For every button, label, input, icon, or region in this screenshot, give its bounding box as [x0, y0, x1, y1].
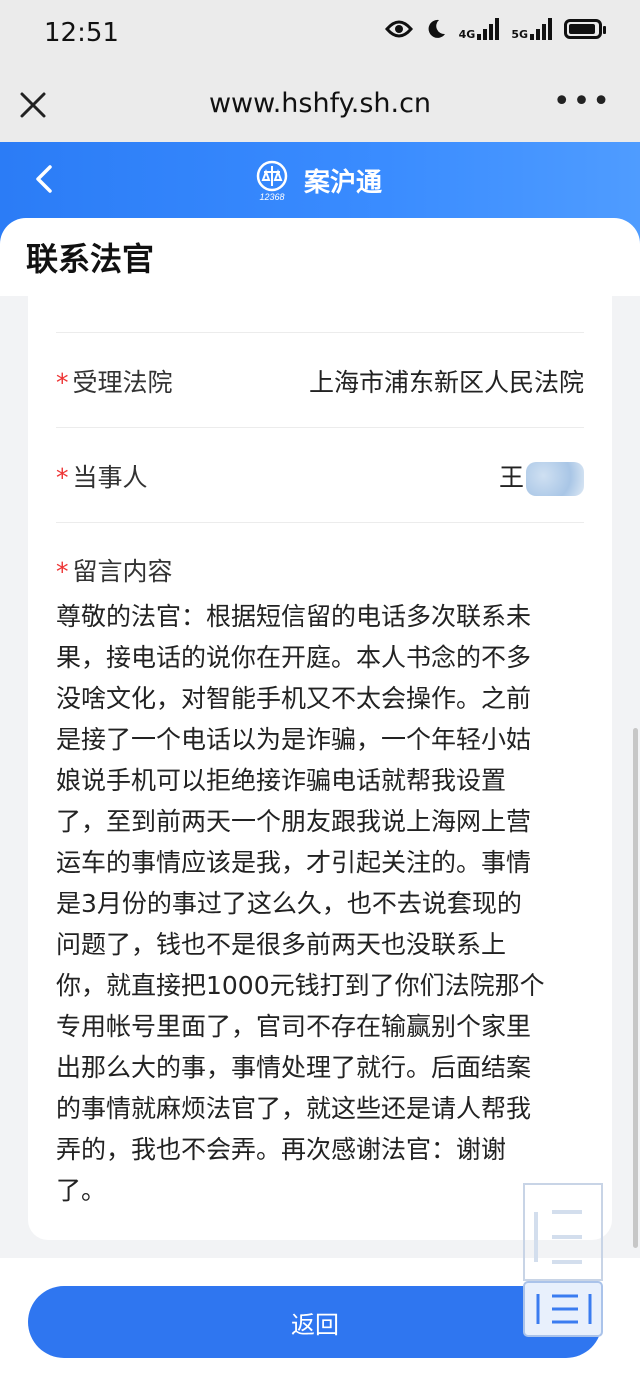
signal-icon: 4G	[459, 18, 500, 40]
more-icon[interactable]: •••	[553, 87, 612, 117]
floating-assistant-icon[interactable]	[522, 1182, 604, 1338]
message-content: 尊敬的法官：根据短信留的电话多次联系未 果，接电话的说你在开庭。本人书念的不多 没啥…	[56, 596, 590, 1211]
emblem-number: 12368	[259, 192, 284, 202]
court-emblem-icon: 12368	[256, 160, 288, 202]
required-mark: *	[56, 368, 69, 397]
network-type-5g: 5G	[511, 28, 528, 41]
eye-icon	[384, 20, 413, 38]
message-line: 运车的事情应该是我，才引起关注的。事情	[56, 848, 532, 877]
contact-form: * 受理法院 上海市浦东新区人民法院 * 当事人 王 * 留言内容 尊敬的法官：根据短…	[28, 296, 612, 1240]
app-name: 案沪通	[304, 167, 383, 198]
message-line: 了。	[56, 1176, 107, 1205]
title-card: 联系法官	[0, 218, 640, 296]
message-line: 是3月份的事过了这么久，也不去说套现的	[56, 889, 522, 918]
party-name: 王	[498, 463, 524, 492]
back-arrow-icon[interactable]	[30, 164, 60, 194]
message-line: 是接了一个电话以为是诈骗，一个年轻小姑	[56, 725, 532, 754]
court-label: * 受理法院	[56, 363, 173, 399]
message-label-text: 留言内容	[72, 557, 173, 586]
message-line: 娘说手机可以拒绝接诈骗电话就帮我设置	[56, 766, 507, 795]
scrollbar[interactable]	[633, 728, 638, 1248]
party-label: * 当事人	[56, 458, 148, 494]
divider	[56, 522, 584, 523]
message-line: 专用帐号里面了，官司不存在输赢别个家里	[56, 1012, 532, 1041]
message-line: 弄的，我也不会弄。再次感谢法官：谢谢	[56, 1135, 507, 1164]
battery-icon	[564, 19, 606, 39]
message-line: 果，接电话的说你在开庭。本人书念的不多	[56, 643, 532, 672]
required-mark: *	[56, 463, 69, 492]
party-row: * 当事人 王	[56, 427, 584, 522]
back-button[interactable]: 返回	[28, 1286, 602, 1358]
redacted-name	[526, 462, 584, 496]
signal-icon: 5G	[511, 18, 552, 40]
moon-icon	[428, 19, 445, 38]
network-type-4g: 4G	[458, 28, 476, 41]
clock: 12:51	[44, 18, 119, 48]
message-line: 了，至到前两天一个朋友跟我说上海网上营	[56, 807, 532, 836]
message-line: 尊敬的法官：根据短信留的电话多次联系未	[56, 602, 532, 631]
message-line: 问题了，钱也不是很多前两天也没联系上	[56, 930, 507, 959]
party-value: 王	[499, 458, 584, 496]
court-value: 上海市浦东新区人民法院	[308, 368, 584, 397]
message-line: 没啥文化，对智能手机又不太会操作。之前	[56, 684, 532, 713]
url-text: www.hshfy.sh.cn	[208, 88, 432, 119]
message-line: 的事情就麻烦法官了，就这些还是请人帮我	[56, 1094, 532, 1123]
court-row: * 受理法院 上海市浦东新区人民法院	[56, 332, 584, 427]
required-mark: *	[56, 557, 69, 586]
message-line: 你，就直接把1000元钱打到了你们法院那个	[56, 971, 545, 1000]
court-label-text: 受理法院	[72, 368, 173, 397]
app-brand: 12368 案沪通	[252, 158, 382, 202]
status-bar: 12:51 4G 5G	[0, 0, 640, 70]
party-label-text: 当事人	[72, 463, 148, 492]
page-title: 联系法官	[26, 240, 155, 278]
message-label: * 留言内容	[56, 552, 173, 588]
browser-bar: www.hshfy.sh.cn •••	[0, 70, 640, 142]
status-icons: 4G 5G	[384, 18, 606, 40]
message-line: 出那么大的事，事情处理了就行。后面结案	[56, 1053, 532, 1082]
